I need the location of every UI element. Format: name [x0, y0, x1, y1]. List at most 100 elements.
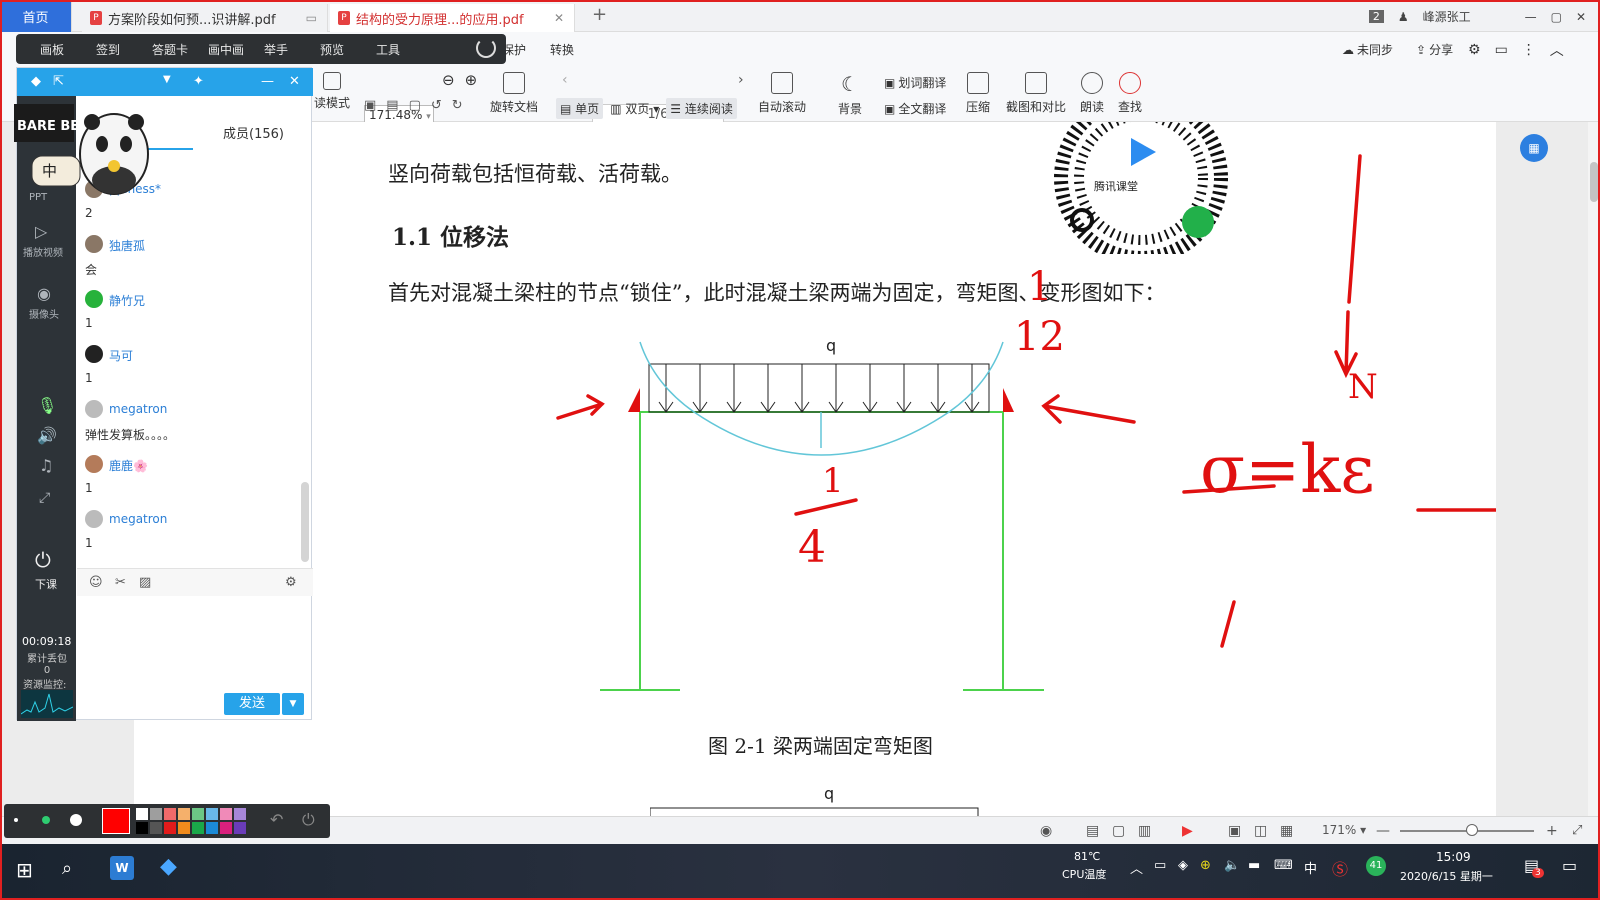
status-zoom[interactable]: 171% ▾ [1322, 823, 1366, 837]
tray-chevron-icon[interactable]: ︿ [1130, 858, 1143, 877]
fit-width-icon[interactable]: ▤ [386, 98, 398, 113]
continuous-read-button[interactable]: ☰ 连续阅读 [666, 98, 737, 119]
color-swatch[interactable] [150, 822, 162, 834]
maximize-icon[interactable]: ▢ [1551, 10, 1562, 24]
wb-signin-button[interactable]: 签到 [96, 41, 152, 58]
color-swatch[interactable] [164, 822, 176, 834]
brush-large-icon[interactable] [70, 814, 82, 826]
double-page-button[interactable]: ▥ 双页 ▾ [606, 98, 663, 119]
color-swatch[interactable] [206, 822, 218, 834]
color-swatch[interactable] [234, 808, 246, 820]
send-button[interactable]: 发送 [224, 693, 280, 715]
sender-name[interactable]: 鹿鹿🌸 [109, 457, 148, 474]
actual-size-icon[interactable]: ▦ [1280, 823, 1293, 839]
search-icon[interactable]: ⌕ [62, 858, 72, 879]
autoscroll-button[interactable]: 自动滚动 [758, 72, 806, 115]
float-tool-icon[interactable]: ▦ [1520, 134, 1548, 162]
fit-page-icon[interactable]: ▣ [364, 98, 376, 113]
sender-name[interactable]: megatron [109, 402, 167, 416]
scissors-icon[interactable]: ✂ [115, 575, 126, 590]
chevron-down-icon[interactable]: ▼ [163, 74, 171, 85]
brush-medium-icon[interactable] [42, 816, 50, 824]
close-icon[interactable]: ✕ [289, 74, 300, 89]
tab-home[interactable]: 首页 [0, 0, 72, 32]
play-icon[interactable]: ▶ [1182, 823, 1193, 839]
sogou-icon[interactable]: Ⓢ [1332, 856, 1348, 880]
fit-icon[interactable]: ▣ [1228, 823, 1241, 839]
side-camera[interactable]: 摄像头 [29, 306, 59, 321]
zoom-out-icon[interactable]: — [1376, 823, 1390, 839]
comment-icon[interactable]: ▭ [1495, 42, 1508, 58]
collapse-icon[interactable]: ︿ [1550, 40, 1564, 60]
full-translate-button[interactable]: ▣ 全文翻译 [884, 100, 946, 117]
undo-icon[interactable]: ↶ [270, 810, 283, 829]
share-button[interactable]: ⇪ 分享 [1416, 41, 1453, 58]
wb-pip-button[interactable]: 画中画 [208, 41, 264, 58]
rotate-right-icon[interactable]: ↻ [452, 98, 463, 113]
menu-convert[interactable]: 转换 [550, 41, 574, 58]
microphone-icon[interactable]: 🎙 [37, 396, 57, 415]
power-icon[interactable]: ⏻ [302, 810, 315, 830]
emoji-icon[interactable]: ☺ [89, 575, 103, 590]
tencent-class-icon[interactable]: ◆ [160, 854, 177, 879]
sender-name[interactable]: megatron [109, 512, 167, 526]
color-swatch[interactable] [220, 808, 232, 820]
read-aloud-button[interactable]: 朗读 [1080, 72, 1104, 115]
zoom-in-icon[interactable]: ⊕ [465, 71, 478, 89]
color-swatch[interactable] [234, 822, 246, 834]
color-swatch[interactable] [206, 808, 218, 820]
network-icon[interactable]: ▭ [1154, 858, 1166, 873]
diamond-icon[interactable]: ◆ [31, 74, 41, 89]
close-window-icon[interactable]: ✕ [1576, 10, 1586, 24]
page-view-icon[interactable]: ▢ [1112, 823, 1125, 839]
sender-name[interactable]: 独唐孤 [109, 237, 145, 254]
compress-button[interactable]: 压缩 [966, 72, 990, 115]
tray-app-icon[interactable]: ◈ [1178, 858, 1188, 873]
current-color[interactable] [102, 808, 130, 834]
tab-doc-1[interactable]: P 方案阶段如何预...识讲解.pdf ▭ [82, 4, 328, 32]
battery-icon[interactable]: ▬ [1248, 858, 1260, 873]
minimize-icon[interactable]: — [261, 74, 274, 89]
zoom-in-icon[interactable]: + [1546, 823, 1558, 839]
music-icon[interactable]: ♫ [39, 456, 53, 475]
user-name[interactable]: 峰源张工 [1423, 8, 1471, 25]
color-swatch[interactable] [192, 822, 204, 834]
color-swatch[interactable] [150, 808, 162, 820]
ime-indicator[interactable]: 中 [1304, 858, 1317, 877]
scroll-thumb[interactable] [1590, 162, 1598, 202]
end-class-button[interactable]: 下课 [35, 576, 57, 592]
color-swatch[interactable] [192, 808, 204, 820]
new-tab-button[interactable]: + [592, 4, 607, 25]
screenshot-compare-button[interactable]: 截图和对比 [1006, 72, 1066, 115]
tray-badge-41[interactable]: 41 [1366, 856, 1386, 876]
rotate-left-icon[interactable]: ↺ [431, 98, 442, 113]
color-swatch[interactable] [136, 808, 148, 820]
window-count-badge[interactable]: 2 [1368, 10, 1384, 23]
sync-button[interactable]: ☁ 未同步 [1342, 41, 1393, 58]
qr-code[interactable]: 腾讯课堂 [1046, 91, 1236, 265]
color-swatch[interactable] [164, 808, 176, 820]
read-mode-button[interactable]: 读模式 [314, 72, 350, 111]
color-swatch[interactable] [220, 822, 232, 834]
wps-app-icon[interactable]: W [110, 856, 134, 880]
tab-doc-2[interactable]: P 结构的受力原理...的应用.pdf ✕ [330, 4, 575, 32]
rotate-doc-button[interactable]: 旋转文档 [490, 72, 538, 115]
wb-draw-button[interactable]: 画板 [40, 41, 96, 58]
keyboard-icon[interactable]: ⌨ [1274, 858, 1293, 873]
color-swatch[interactable] [178, 822, 190, 834]
wb-answer-card-button[interactable]: 答题卡 [152, 41, 208, 58]
color-swatch[interactable] [136, 822, 148, 834]
wb-preview-button[interactable]: 预览 [320, 41, 376, 58]
single-page-button[interactable]: ▤ 单页 [556, 98, 604, 119]
next-page-icon[interactable]: › [738, 72, 744, 88]
chat-scrollbar[interactable] [301, 482, 309, 562]
tray-plus-icon[interactable]: ⊕ [1200, 858, 1211, 873]
image-icon[interactable]: ▨ [139, 575, 151, 590]
minimize-icon[interactable]: — [1525, 10, 1537, 24]
wb-tools-button[interactable]: 工具 [376, 41, 432, 58]
windows-start-icon[interactable]: ⊞ [16, 858, 33, 882]
wb-raise-hand-button[interactable]: 举手 [264, 41, 320, 58]
sender-name[interactable]: 马可 [109, 347, 133, 364]
side-play-video[interactable]: 播放视频 [23, 244, 63, 259]
sender-name[interactable]: 静竹兄 [109, 292, 145, 309]
